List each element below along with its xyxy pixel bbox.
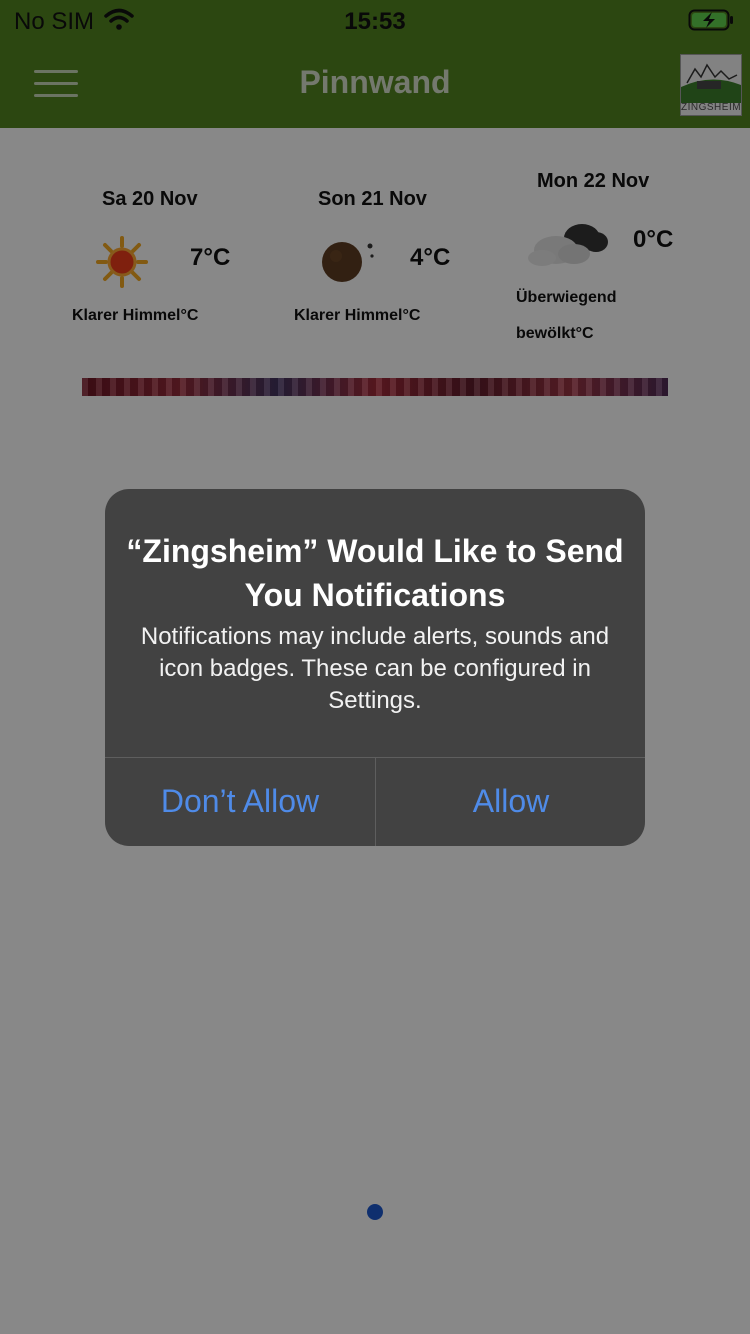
allow-button[interactable]: Allow	[376, 757, 645, 846]
alert-title: “Zingsheim” Would Like to Send You Notif…	[126, 533, 624, 613]
notification-permission-alert: “Zingsheim” Would Like to Send You Notif…	[105, 489, 645, 846]
dont-allow-button[interactable]: Don’t Allow	[105, 757, 375, 846]
alert-message: Notifications may include alerts, sounds…	[140, 623, 610, 714]
